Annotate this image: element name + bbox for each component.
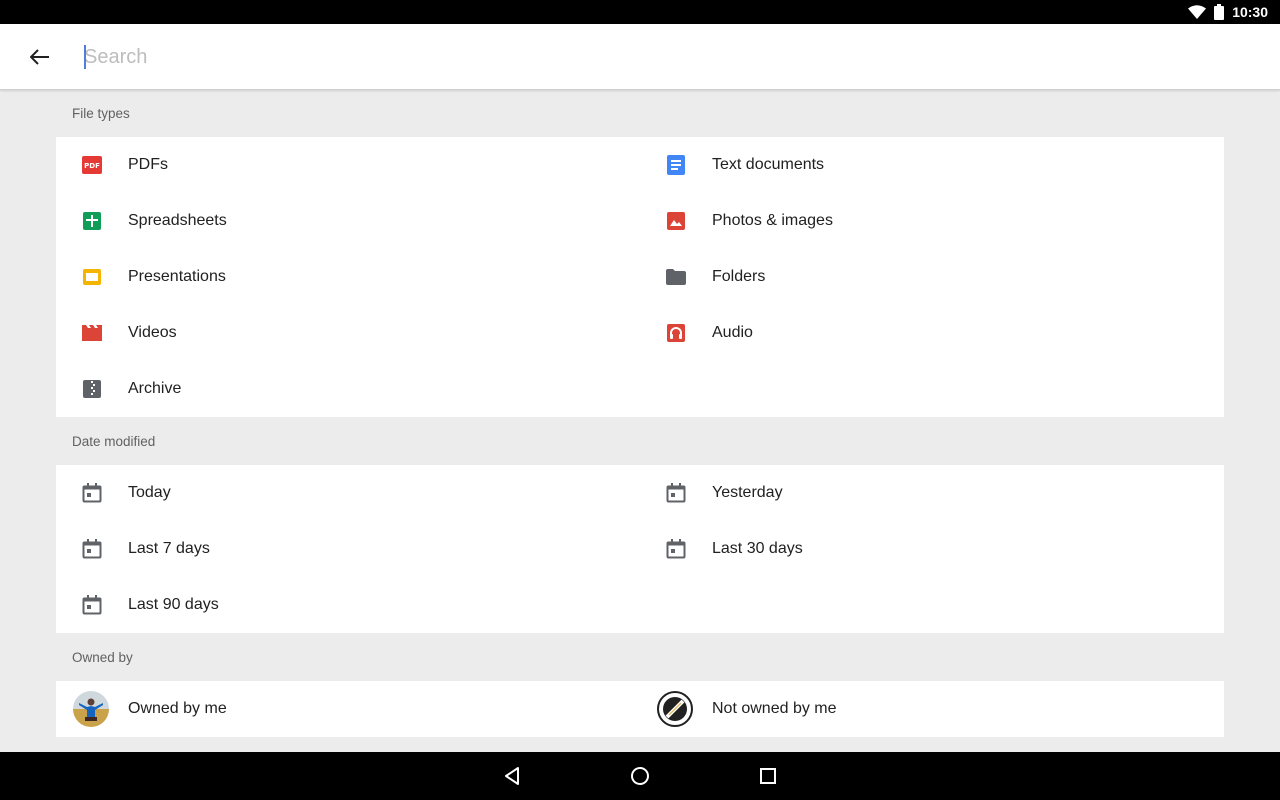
filter-label: Archive (128, 380, 182, 397)
filter-label: Folders (712, 268, 766, 285)
filter-label: PDFs (128, 156, 168, 173)
system-recents-button[interactable] (752, 760, 784, 792)
filter-label: Yesterday (712, 484, 783, 501)
filter-label: Text documents (712, 156, 825, 173)
filter-owned-by-me[interactable]: Owned by me (56, 681, 616, 737)
filter-last-30-days[interactable]: Last 30 days (640, 521, 1200, 577)
filter-label: Not owned by me (712, 700, 837, 717)
filter-label: Last 90 days (128, 596, 219, 613)
battery-icon (1214, 4, 1225, 20)
date-modified-card: Today Yesterday Last 7 days Last 30 days… (56, 465, 1224, 633)
filter-presentations[interactable]: Presentations (56, 249, 616, 305)
avatar-me-icon (73, 691, 109, 727)
filter-videos[interactable]: Videos (56, 305, 616, 361)
search-bar (0, 24, 1280, 90)
video-icon (80, 323, 104, 343)
audio-icon (664, 323, 688, 343)
system-home-button[interactable] (624, 760, 656, 792)
avatar-others-icon (657, 691, 693, 727)
back-triangle-icon (505, 767, 519, 785)
text-cursor (84, 45, 86, 69)
status-time: 10:30 (1232, 4, 1268, 20)
arrow-back-icon (30, 49, 49, 65)
status-icons: 10:30 (1188, 0, 1268, 24)
search-input[interactable] (84, 40, 1234, 74)
recents-square-icon (760, 768, 776, 784)
calendar-icon (80, 483, 104, 503)
image-icon (664, 211, 688, 231)
filter-archive[interactable]: Archive (56, 361, 616, 417)
filter-spreadsheets[interactable]: Spreadsheets (56, 193, 616, 249)
filter-label: Last 30 days (712, 540, 803, 557)
filter-pdfs[interactable]: PDF PDFs (56, 137, 616, 193)
folder-icon (664, 267, 688, 287)
filter-label: Spreadsheets (128, 212, 227, 229)
presentation-icon (80, 267, 104, 287)
filter-label: Today (128, 484, 171, 501)
filter-audio[interactable]: Audio (640, 305, 1200, 361)
calendar-icon (664, 539, 688, 559)
filter-label: Videos (128, 324, 177, 341)
section-header-date-modified: Date modified (72, 434, 156, 449)
filter-folders[interactable]: Folders (640, 249, 1200, 305)
filter-label: Presentations (128, 268, 226, 285)
file-types-card: PDF PDFs Text documents Spreadsheets Pho… (56, 137, 1224, 417)
filter-yesterday[interactable]: Yesterday (640, 465, 1200, 521)
calendar-icon (664, 483, 688, 503)
filter-label: Owned by me (128, 700, 227, 717)
filter-label: Last 7 days (128, 540, 210, 557)
section-header-file-types: File types (72, 106, 130, 121)
status-bar: 10:30 (0, 0, 1280, 24)
pdf-icon: PDF (80, 155, 104, 175)
owned-by-card: Owned by me Not owned by me (56, 681, 1224, 737)
filter-not-owned-by-me[interactable]: Not owned by me (640, 681, 1200, 737)
calendar-icon (80, 539, 104, 559)
svg-text:PDF: PDF (84, 162, 100, 170)
spreadsheet-icon (80, 211, 104, 231)
filter-today[interactable]: Today (56, 465, 616, 521)
home-circle-icon (631, 767, 649, 785)
archive-icon (80, 379, 104, 399)
wifi-icon (1188, 5, 1207, 19)
filter-photos-images[interactable]: Photos & images (640, 193, 1200, 249)
system-back-button[interactable] (496, 760, 528, 792)
filter-text-documents[interactable]: Text documents (640, 137, 1200, 193)
document-icon (664, 155, 688, 175)
filter-label: Audio (712, 324, 753, 341)
filter-label: Photos & images (712, 212, 833, 229)
calendar-icon (80, 595, 104, 615)
filter-last-7-days[interactable]: Last 7 days (56, 521, 616, 577)
filter-last-90-days[interactable]: Last 90 days (56, 577, 616, 633)
back-button[interactable] (20, 37, 60, 77)
section-header-owned-by: Owned by (72, 650, 133, 665)
system-nav-bar (0, 752, 1280, 800)
